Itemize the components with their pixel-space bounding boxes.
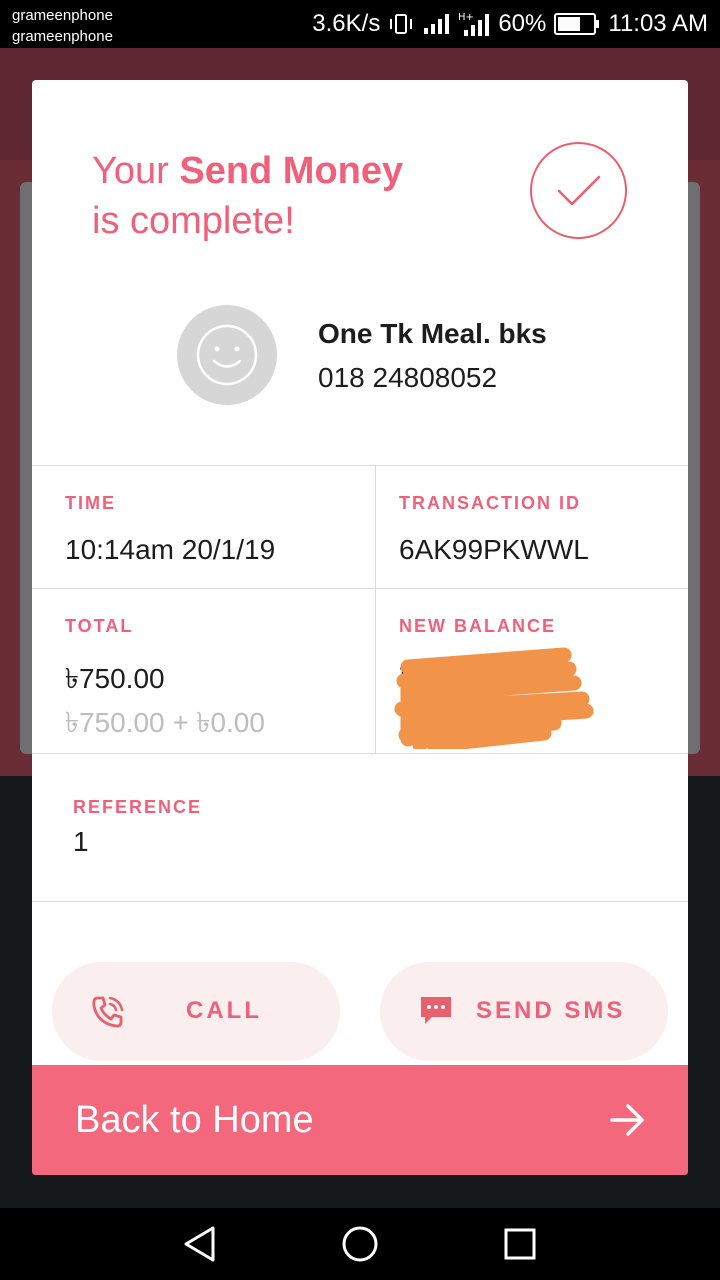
details-row: TIME 10:14am 20/1/19 TRANSACTION ID 6AK9…	[32, 466, 688, 589]
reference-section: REFERENCE 1	[32, 754, 688, 902]
smiley-icon	[196, 324, 258, 386]
signal-hplus-icon: H+	[458, 10, 490, 38]
call-label: CALL	[186, 997, 262, 1024]
recipient-name: One Tk Meal. bks	[318, 318, 547, 349]
headline-service: Send Money	[179, 150, 404, 192]
battery-icon	[554, 12, 600, 36]
back-to-home-button[interactable]: Back to Home	[32, 1065, 688, 1175]
arrow-right-icon	[610, 1104, 644, 1136]
success-dialog: Your Send Money is complete! One Tk Meal…	[32, 80, 688, 1175]
reference-value: 1	[73, 826, 89, 857]
txid-value: 6AK99PKWWL	[399, 534, 589, 565]
total-label: TOTAL	[65, 616, 134, 636]
balance-label: NEW BALANCE	[399, 616, 556, 636]
txid-cell: TRANSACTION ID 6AK99PKWWL	[376, 466, 688, 588]
svg-text:H+: H+	[458, 12, 474, 23]
total-breakdown: ৳750.00 + ৳0.00	[65, 707, 265, 738]
success-headline: Your Send Money is complete!	[92, 146, 403, 246]
check-icon	[530, 142, 627, 239]
recents-nav-icon[interactable]	[500, 1224, 540, 1264]
home-nav-icon[interactable]	[340, 1224, 380, 1264]
back-to-home-label: Back to Home	[75, 1099, 314, 1141]
transaction-details: TIME 10:14am 20/1/19 TRANSACTION ID 6AK9…	[32, 465, 688, 754]
net-speed: 3.6K/s	[312, 10, 381, 37]
clock: 11:03 AM	[608, 10, 708, 37]
time-label: TIME	[65, 493, 116, 513]
carrier-2: grameenphone	[12, 28, 113, 45]
navigation-bar	[0, 1208, 720, 1280]
headline-prefix: Your	[92, 150, 180, 192]
time-cell: TIME 10:14am 20/1/19	[32, 466, 376, 588]
send-sms-button[interactable]: SEND SMS	[380, 962, 668, 1061]
back-nav-icon[interactable]	[180, 1224, 220, 1264]
reference-label: REFERENCE	[73, 797, 203, 817]
chat-icon	[421, 997, 451, 1024]
redaction-scribble	[394, 647, 594, 749]
vibrate-icon	[388, 12, 414, 36]
total-cell: TOTAL ৳750.00 ৳750.00 + ৳0.00	[32, 589, 376, 753]
avatar	[177, 305, 277, 405]
balance-cell: NEW BALANCE ৳	[376, 589, 688, 753]
headline-suffix: is complete!	[92, 200, 295, 242]
send-sms-label: SEND SMS	[476, 997, 626, 1024]
phone-icon	[92, 996, 124, 1028]
total-value: ৳750.00	[65, 663, 165, 694]
call-button[interactable]: CALL	[52, 962, 340, 1061]
signal-icon	[422, 12, 450, 36]
txid-label: TRANSACTION ID	[399, 493, 581, 513]
status-indicators: 3.6K/s H+ 60% 11:03 AM	[312, 0, 708, 48]
battery-percent: 60%	[498, 10, 547, 37]
carrier-names: grameenphone grameenphone	[12, 5, 113, 47]
recipient-number: 018 24808052	[318, 362, 498, 393]
details-row: TOTAL ৳750.00 ৳750.00 + ৳0.00 NEW BALANC…	[32, 589, 688, 754]
time-value: 10:14am 20/1/19	[65, 534, 276, 565]
carrier-1: grameenphone	[12, 7, 113, 24]
status-bar: grameenphone grameenphone 3.6K/s H+ 60% …	[0, 0, 720, 48]
